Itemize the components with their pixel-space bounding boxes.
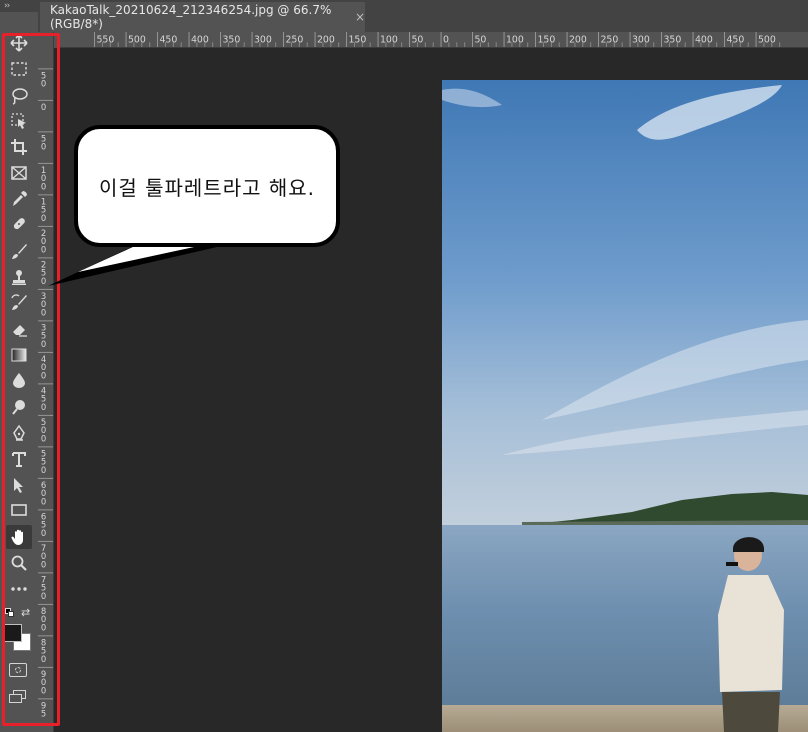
annotation-text: 이걸 툴파레트라고 해요. bbox=[98, 175, 316, 200]
annotation-bubble: 이걸 툴파레트라고 해요. bbox=[74, 125, 340, 247]
bubble-tail bbox=[48, 241, 230, 286]
